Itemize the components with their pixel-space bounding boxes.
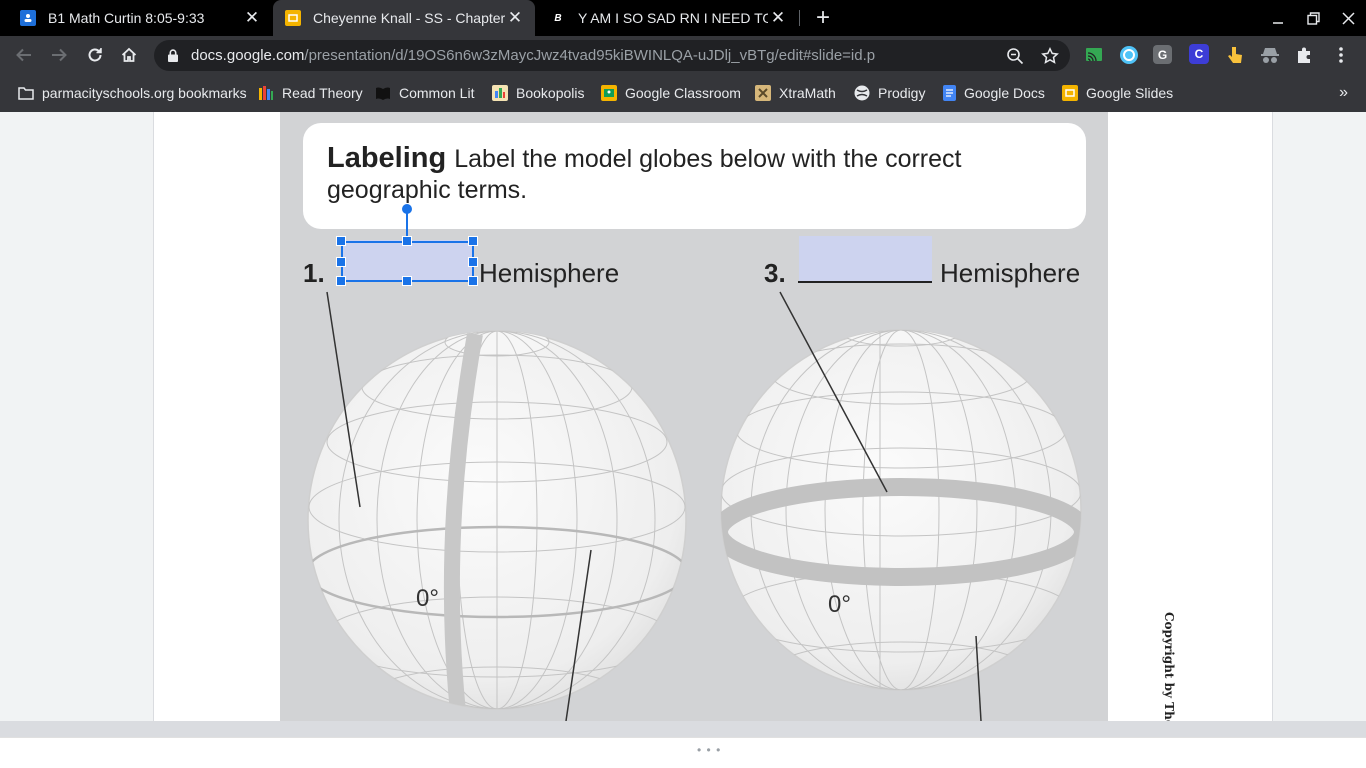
resize-handle-s[interactable] [402,276,412,286]
tab-title: Cheyenne Knall - SS - Chapter 2 L [313,10,505,26]
tab-separator [799,10,800,26]
bookmark-label: Read Theory [282,85,363,101]
prodigy-icon [854,85,870,101]
item-1-hemisphere-label: Hemisphere [479,258,620,288]
bookmark-parmacityschools[interactable]: parmacityschools.org bookmarks [18,84,247,102]
incognito-icon[interactable] [1259,44,1281,66]
bookmark-google-classroom[interactable]: Google Classroom [601,84,741,102]
close-icon[interactable]: ✕ [768,8,788,28]
cast-icon[interactable] [1083,44,1105,66]
globe-left [307,291,687,721]
degree-label-left: 0° [416,585,439,612]
speaker-notes-panel[interactable]: • • • [0,737,1366,768]
folder-icon [18,85,34,101]
address-bar[interactable]: docs.google.com/presentation/d/19OS6n6w3… [154,40,1070,71]
degree-label-right: 0° [828,591,851,618]
notes-resize-grip[interactable]: • • • [697,743,721,757]
resize-handle-n[interactable] [402,236,412,246]
tab-cheyenne-knall[interactable]: Cheyenne Knall - SS - Chapter 2 L ✕ [273,0,535,36]
tab-strip: B1 Math Curtin 8:05-9:33 ✕ Cheyenne Knal… [0,0,1366,36]
horizontal-scrollbar[interactable] [0,721,1366,737]
slides-icon [285,10,301,26]
bookmark-common-lit[interactable]: Common Lit [375,84,474,102]
close-icon[interactable]: ✕ [505,8,525,28]
resize-handle-e[interactable] [468,257,478,267]
tab-title: B1 Math Curtin 8:05-9:33 [48,10,205,26]
bookmark-label: parmacityschools.org bookmarks [42,85,247,101]
globe-right [720,291,1082,721]
bookmark-prodigy[interactable]: Prodigy [854,84,925,102]
slide[interactable]: Labeling Label the model globes below wit… [153,112,1273,721]
lock-icon[interactable] [168,49,178,62]
grammarly-icon[interactable]: G [1153,45,1172,64]
bookopolis-icon [492,85,508,101]
reload-icon[interactable] [81,41,109,69]
bookmark-label: Google Docs [964,85,1045,101]
new-tab-button[interactable]: + [809,4,837,32]
slides-editor-canvas: Labeling Label the model globes below wit… [0,112,1366,721]
hand-icon[interactable] [1224,44,1246,66]
bookmark-label: Google Classroom [625,85,741,101]
home-icon[interactable] [115,41,143,69]
vpn-icon[interactable] [1118,44,1140,66]
minimize-icon[interactable] [1261,0,1295,36]
c-extension-icon[interactable]: C [1189,44,1209,64]
tab-math-curtin[interactable]: B1 Math Curtin 8:05-9:33 ✕ [0,0,272,36]
book-icon [375,85,391,101]
slides-icon [1062,85,1078,101]
item-3-blank-line [798,281,932,283]
docs-icon [943,85,956,101]
url-text[interactable]: docs.google.com/presentation/d/19OS6n6w3… [191,47,875,64]
browser-toolbar: docs.google.com/presentation/d/19OS6n6w3… [0,36,1366,74]
resize-handle-nw[interactable] [336,236,346,246]
item-1-number: 1. [303,258,325,288]
answer-box-3[interactable] [799,236,932,281]
bookmark-bookopolis[interactable]: Bookopolis [492,84,585,102]
bookmark-label: Google Slides [1086,85,1174,101]
brainly-icon: B [550,10,566,26]
tab-brainly[interactable]: B Y AM I SO SAD RN I NEED TO TA ✕ [536,0,798,36]
bookmark-label: XtraMath [779,85,836,101]
copyright-text: Copyright by The [1162,612,1176,721]
menu-icon[interactable] [1330,44,1352,66]
star-icon[interactable] [1039,45,1061,67]
item-3-number: 3. [764,258,786,288]
resize-handle-sw[interactable] [336,276,346,286]
resize-handle-ne[interactable] [468,236,478,246]
bookmarks-overflow-button[interactable]: » [1339,84,1348,102]
rotate-handle[interactable] [402,204,412,214]
puzzle-icon[interactable] [1294,44,1316,66]
bookmark-label: Common Lit [399,85,475,101]
bookmark-label: Bookopolis [516,85,585,101]
classroom-icon [20,10,36,26]
zoom-icon[interactable] [1004,45,1026,67]
bookmark-google-docs[interactable]: Google Docs [943,84,1045,102]
close-window-icon[interactable] [1331,0,1365,36]
resize-handle-se[interactable] [468,276,478,286]
xtramath-icon [755,85,771,101]
bookmark-label: Prodigy [878,85,926,101]
tab-title: Y AM I SO SAD RN I NEED TO TA [578,10,768,26]
restore-icon[interactable] [1296,0,1330,36]
resize-handle-w[interactable] [336,257,346,267]
back-icon[interactable] [10,41,38,69]
classroom-icon [601,85,617,101]
books-icon [258,85,274,101]
bookmark-read-theory[interactable]: Read Theory [258,84,363,102]
bookmark-google-slides[interactable]: Google Slides [1062,84,1173,102]
bookmark-xtramath[interactable]: XtraMath [755,84,836,102]
forward-icon[interactable] [45,41,73,69]
bookmarks-bar: parmacityschools.org bookmarks Read Theo… [0,74,1366,112]
item-3-hemisphere-label: Hemisphere [940,258,1081,288]
close-icon[interactable]: ✕ [242,8,262,28]
